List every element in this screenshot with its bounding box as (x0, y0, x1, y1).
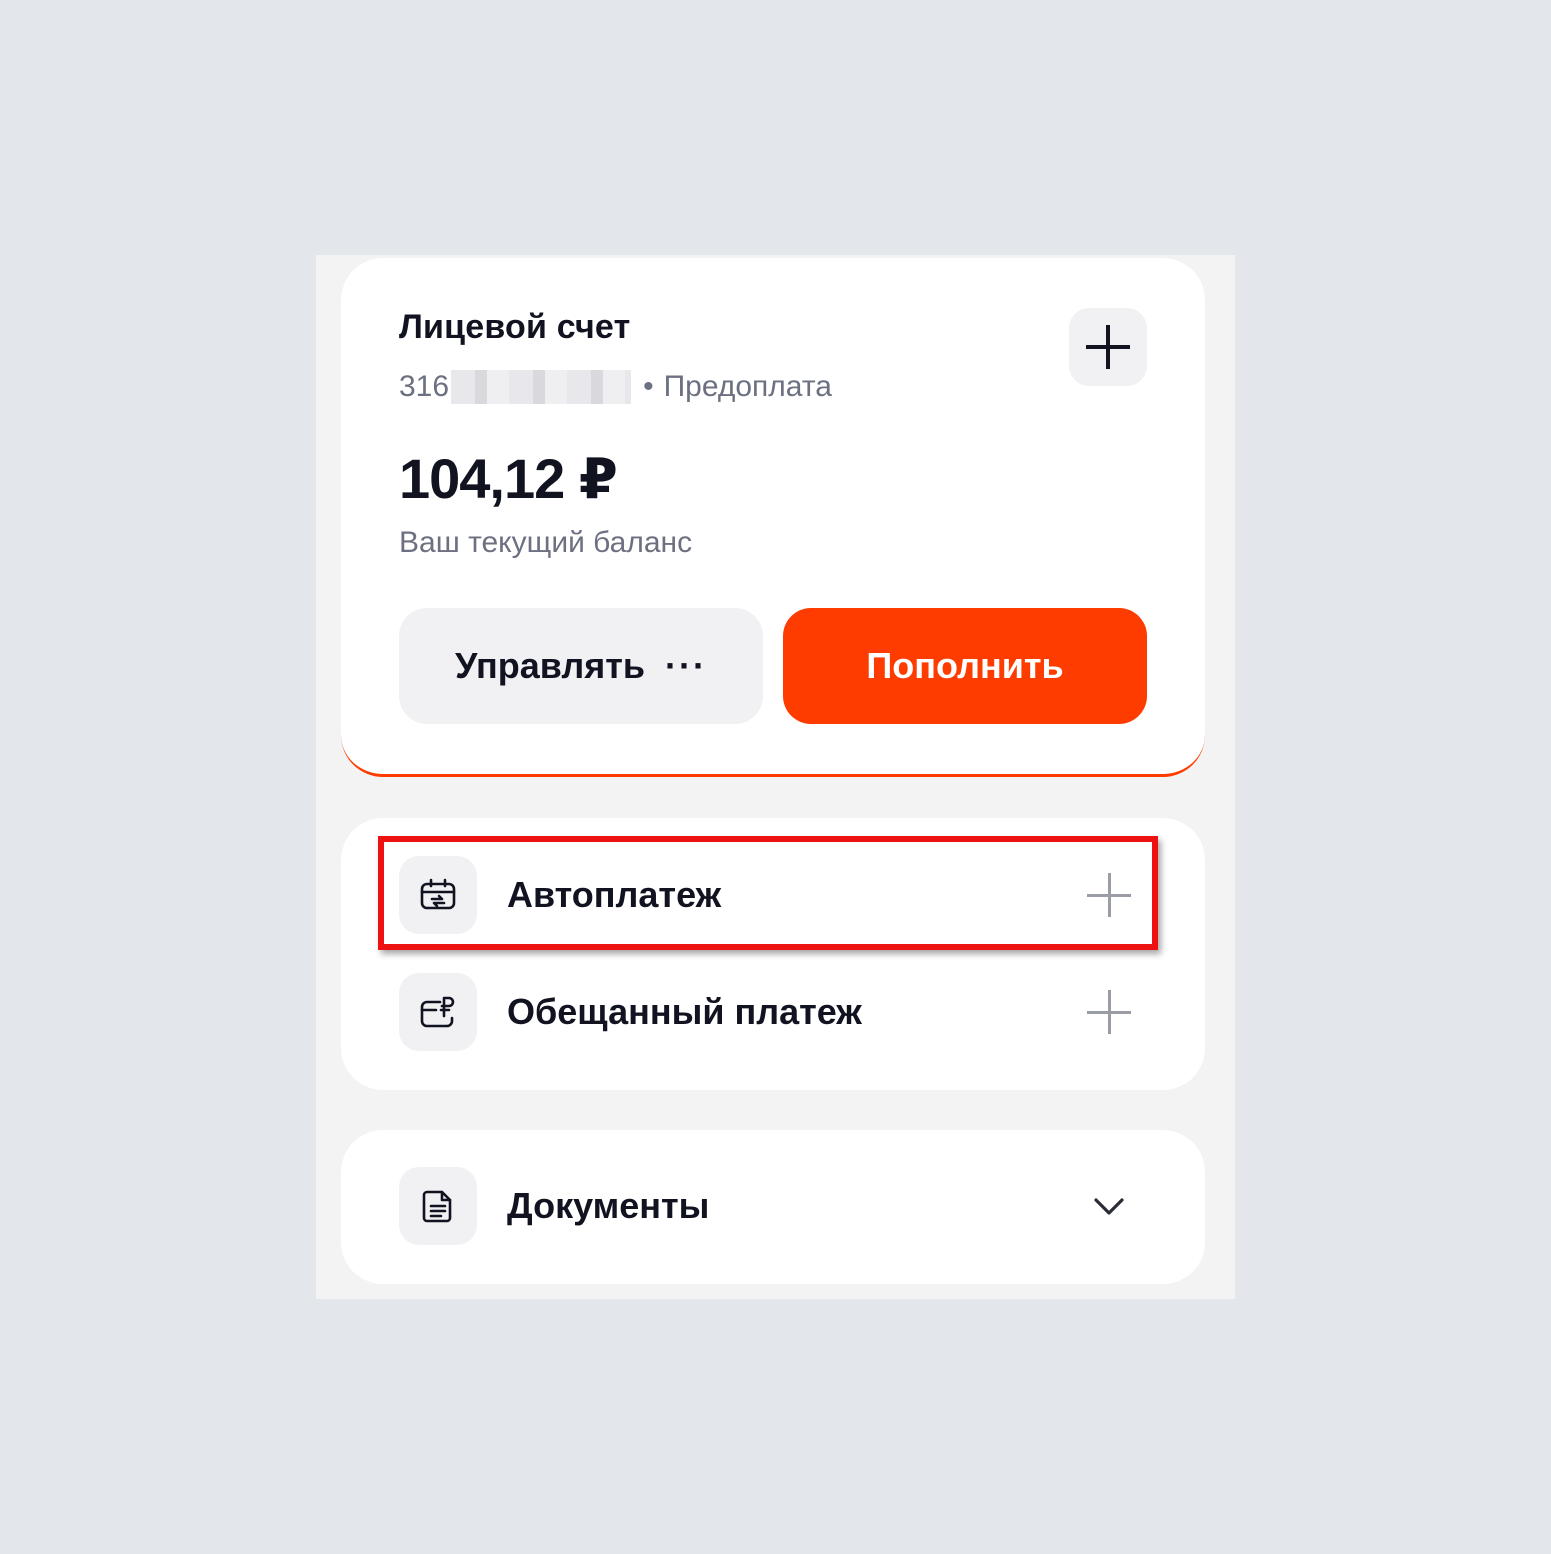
autopay-row[interactable]: Автоплатеж (399, 855, 1149, 935)
account-panel: Лицевой счет 316 • Предоплата 104,12 ₽ В… (316, 255, 1235, 1299)
more-dots-icon: ··· (665, 645, 708, 686)
account-title: Лицевой счет (399, 308, 631, 346)
topup-button[interactable]: Пополнить (783, 608, 1147, 724)
chevron-down-icon[interactable] (1089, 1186, 1129, 1226)
account-number: 316 (399, 370, 450, 403)
plus-icon (1086, 325, 1130, 369)
manage-button-label: Управлять (454, 645, 646, 686)
add-account-button[interactable] (1069, 308, 1147, 386)
promised-payment-label: Обещанный платеж (507, 991, 862, 1032)
autopay-icon (399, 856, 477, 934)
manage-button[interactable]: Управлять ··· (399, 608, 763, 724)
account-tariff-type: Предоплата (663, 370, 832, 403)
account-card: Лицевой счет 316 • Предоплата 104,12 ₽ В… (341, 258, 1205, 777)
account-number-blurred (451, 370, 632, 404)
plus-icon[interactable] (1087, 990, 1131, 1034)
autopay-label: Автоплатеж (507, 874, 722, 915)
documents-label: Документы (507, 1185, 710, 1226)
promised-payment-icon (399, 973, 477, 1051)
payments-card: Автоплатеж Обещанный платеж (341, 818, 1205, 1090)
documents-card: Документы (341, 1130, 1205, 1284)
account-separator: • (643, 370, 654, 403)
plus-icon[interactable] (1087, 873, 1131, 917)
documents-row[interactable]: Документы (399, 1166, 1149, 1246)
promised-payment-row[interactable]: Обещанный платеж (399, 972, 1149, 1052)
balance-caption: Ваш текущий баланс (399, 526, 693, 559)
account-subtitle: 316 • Предоплата (399, 370, 832, 404)
document-icon (399, 1167, 477, 1245)
balance-amount: 104,12 ₽ (399, 447, 618, 510)
topup-button-label: Пополнить (866, 645, 1064, 686)
